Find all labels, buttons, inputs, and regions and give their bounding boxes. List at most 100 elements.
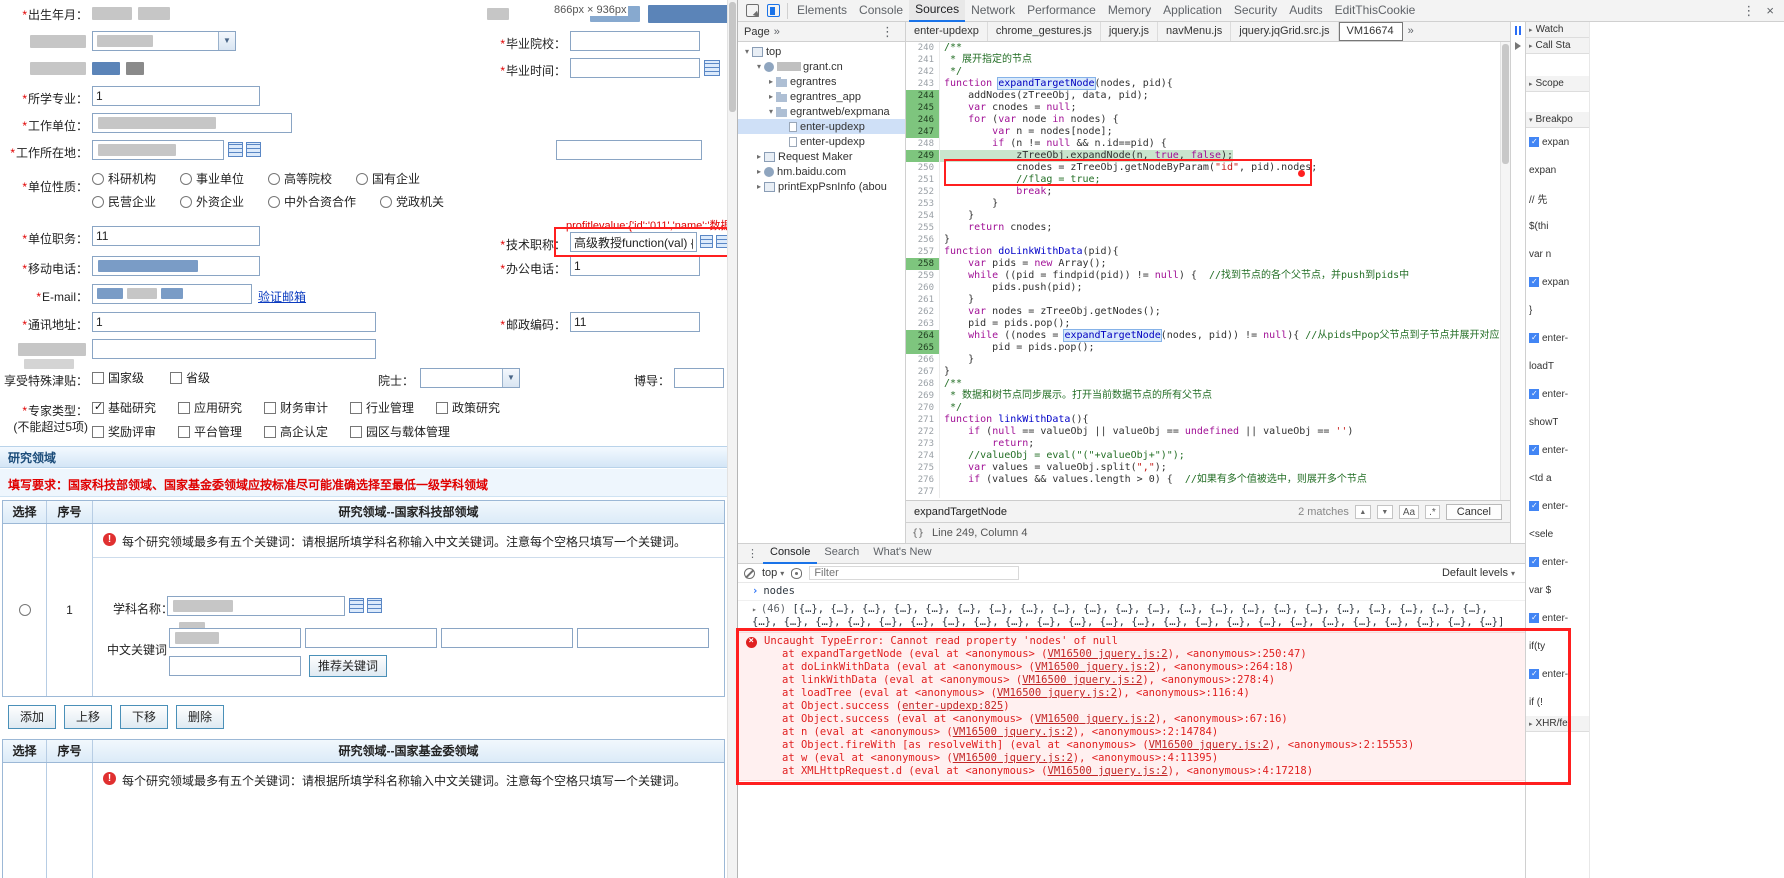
calendar-icon[interactable] bbox=[704, 60, 720, 76]
code-line[interactable]: 250 cnodes = zTreeObj.getNodeByParam("id… bbox=[906, 162, 1510, 174]
breakpoint-entry[interactable]: enter- bbox=[1526, 660, 1589, 688]
tree-item-egrantres[interactable]: ▸egrantres bbox=[738, 74, 905, 89]
tech-title-input[interactable] bbox=[570, 232, 697, 252]
file-tab-chrome-gestures-js[interactable]: chrome_gestures.js bbox=[988, 22, 1101, 41]
breakpoint-entry[interactable]: showT bbox=[1526, 408, 1589, 436]
tree-item-egrantweb-expmana[interactable]: ▾egrantweb/expmana bbox=[738, 104, 905, 119]
keyword-input-3[interactable] bbox=[441, 628, 573, 648]
radio-option-item[interactable]: 民营企业 bbox=[92, 193, 180, 210]
file-tab-jquery-js[interactable]: jquery.js bbox=[1101, 22, 1158, 41]
tree-expander-icon[interactable]: ▸ bbox=[766, 77, 776, 86]
line-number[interactable]: 268 bbox=[906, 378, 940, 390]
code-line[interactable]: 257function doLinkWithData(pid){ bbox=[906, 246, 1510, 258]
sidebar-section-breakpo[interactable]: ▾Breakpo bbox=[1526, 112, 1589, 128]
code-line[interactable]: 276 if (values && values.length > 0) { /… bbox=[906, 474, 1510, 486]
devtools-tab-performance[interactable]: Performance bbox=[1021, 0, 1102, 21]
redacted-select[interactable]: ▼ bbox=[92, 31, 236, 51]
stack-link[interactable]: VM16500 jquery.js:2 bbox=[1035, 661, 1155, 673]
code-area[interactable]: 240/**241 * 展开指定的节点242 */243function exp… bbox=[906, 42, 1510, 500]
keyword-input-5[interactable] bbox=[169, 656, 301, 676]
console-levels-dropdown[interactable]: Default levels▾ bbox=[1442, 567, 1519, 579]
line-number[interactable]: 271 bbox=[906, 414, 940, 426]
pause-button[interactable] bbox=[1515, 26, 1521, 35]
stack-link[interactable]: VM16500 jquery.js:2 bbox=[1048, 765, 1168, 777]
tree-expander-icon[interactable]: ▾ bbox=[754, 62, 764, 71]
checkbox-option-item[interactable]: 园区与载体管理 bbox=[350, 423, 480, 440]
grad-time-input[interactable] bbox=[570, 58, 700, 78]
devtools-close-icon[interactable]: × bbox=[1760, 3, 1780, 18]
line-number[interactable]: 267 bbox=[906, 366, 940, 378]
inspect-element-icon[interactable] bbox=[746, 4, 759, 17]
line-number[interactable]: 265 bbox=[906, 342, 940, 354]
line-number[interactable]: 276 bbox=[906, 474, 940, 486]
tree-expander-icon[interactable]: ▸ bbox=[754, 182, 764, 191]
live-expression-icon[interactable] bbox=[791, 568, 802, 579]
radio-option-item[interactable]: 国有企业 bbox=[356, 170, 444, 187]
tree-item-enter-updexp[interactable]: enter-updexp bbox=[738, 119, 905, 134]
breakpoint-entry[interactable]: expan bbox=[1526, 128, 1589, 156]
checkbox-icon[interactable] bbox=[264, 402, 276, 414]
search-cancel-button[interactable]: Cancel bbox=[1446, 504, 1502, 520]
tree-item-printexppsninfo-abou[interactable]: ▸printExpPsnInfo (abou bbox=[738, 179, 905, 194]
line-number[interactable]: 274 bbox=[906, 450, 940, 462]
line-number[interactable]: 259 bbox=[906, 270, 940, 282]
address-input[interactable] bbox=[92, 312, 376, 332]
breakpoint-entry[interactable]: enter- bbox=[1526, 324, 1589, 352]
radio-option-item[interactable]: 科研机构 bbox=[92, 170, 180, 187]
file-tab-enter-updexp[interactable]: enter-updexp bbox=[906, 22, 988, 41]
code-line[interactable]: 244 addNodes(zTreeObj, data, pid); bbox=[906, 90, 1510, 102]
stack-link[interactable]: VM16500 jquery.js:2 bbox=[1035, 713, 1155, 725]
radio-option-item[interactable]: 党政机关 bbox=[380, 193, 468, 210]
tree-select-icon[interactable] bbox=[367, 598, 382, 613]
zipcode-input[interactable] bbox=[570, 312, 700, 332]
line-number[interactable]: 272 bbox=[906, 426, 940, 438]
checkbox-icon[interactable] bbox=[436, 402, 448, 414]
breakpoint-entry[interactable]: } bbox=[1526, 296, 1589, 324]
stack-link[interactable]: VM16500 jquery.js:2 bbox=[1022, 674, 1142, 686]
line-number[interactable]: 260 bbox=[906, 282, 940, 294]
console-context-selector[interactable]: top▾ bbox=[762, 567, 784, 579]
checkbox-option-item[interactable]: 财务审计 bbox=[264, 399, 350, 416]
page-scrollbar[interactable] bbox=[727, 0, 737, 878]
action-button-item[interactable]: 下移 bbox=[120, 705, 168, 729]
line-number[interactable]: 241 bbox=[906, 54, 940, 66]
breakpoint-entry[interactable]: enter- bbox=[1526, 492, 1589, 520]
checkbox-option-item[interactable]: 高企认定 bbox=[264, 423, 350, 440]
breakpoint-checkbox[interactable] bbox=[1529, 333, 1539, 343]
search-query-input[interactable]: expandTargetNode bbox=[914, 506, 1007, 518]
code-line[interactable]: 248 if (n != null && n.id==pid) { bbox=[906, 138, 1510, 150]
line-number[interactable]: 240 bbox=[906, 42, 940, 54]
breakpoint-entry[interactable]: expan bbox=[1526, 268, 1589, 296]
tree-select-icon[interactable] bbox=[716, 235, 727, 248]
tree-item-grant-cn[interactable]: ▾grant.cn bbox=[738, 59, 905, 74]
checkbox-option-item[interactable]: 政策研究 bbox=[436, 399, 522, 416]
devtools-tab-application[interactable]: Application bbox=[1157, 0, 1228, 21]
line-number[interactable]: 250 bbox=[906, 162, 940, 174]
radio-icon[interactable] bbox=[380, 196, 392, 208]
line-number[interactable]: 264 bbox=[906, 330, 940, 342]
file-tab-vm16674[interactable]: VM16674 bbox=[1339, 22, 1403, 41]
major-input[interactable] bbox=[92, 86, 260, 106]
code-line[interactable]: 245 var cnodes = null; bbox=[906, 102, 1510, 114]
sidebar-section-xhr-breakpoints[interactable]: ▸XHR/fet bbox=[1526, 716, 1589, 732]
breakpoint-entry[interactable]: $(thi bbox=[1526, 212, 1589, 240]
breakpoint-checkbox[interactable] bbox=[1529, 613, 1539, 623]
breakpoint-entry[interactable]: var n bbox=[1526, 240, 1589, 268]
code-line[interactable]: 265 pid = pids.pop(); bbox=[906, 342, 1510, 354]
academician-select[interactable]: ▼ bbox=[420, 368, 520, 388]
tree-select-icon[interactable] bbox=[246, 142, 261, 157]
editor-scrollbar[interactable] bbox=[1500, 42, 1510, 500]
breakpoint-checkbox[interactable] bbox=[1529, 277, 1539, 287]
search-next-button[interactable]: ▼ bbox=[1377, 505, 1393, 519]
line-number[interactable]: 243 bbox=[906, 78, 940, 90]
line-number[interactable]: 263 bbox=[906, 318, 940, 330]
code-line[interactable]: 275 var values = valueObj.split(","); bbox=[906, 462, 1510, 474]
code-line[interactable]: 260 pids.push(pid); bbox=[906, 282, 1510, 294]
clear-console-icon[interactable] bbox=[744, 568, 755, 579]
drawer-tab-search[interactable]: Search bbox=[817, 543, 866, 564]
keyword-input-4[interactable] bbox=[577, 628, 709, 648]
pretty-print-button[interactable]: {} bbox=[912, 528, 924, 539]
line-number[interactable]: 262 bbox=[906, 306, 940, 318]
sidebar-section-call-sta[interactable]: ▸Call Sta bbox=[1526, 38, 1589, 54]
tree-item-top[interactable]: ▾top bbox=[738, 44, 905, 59]
